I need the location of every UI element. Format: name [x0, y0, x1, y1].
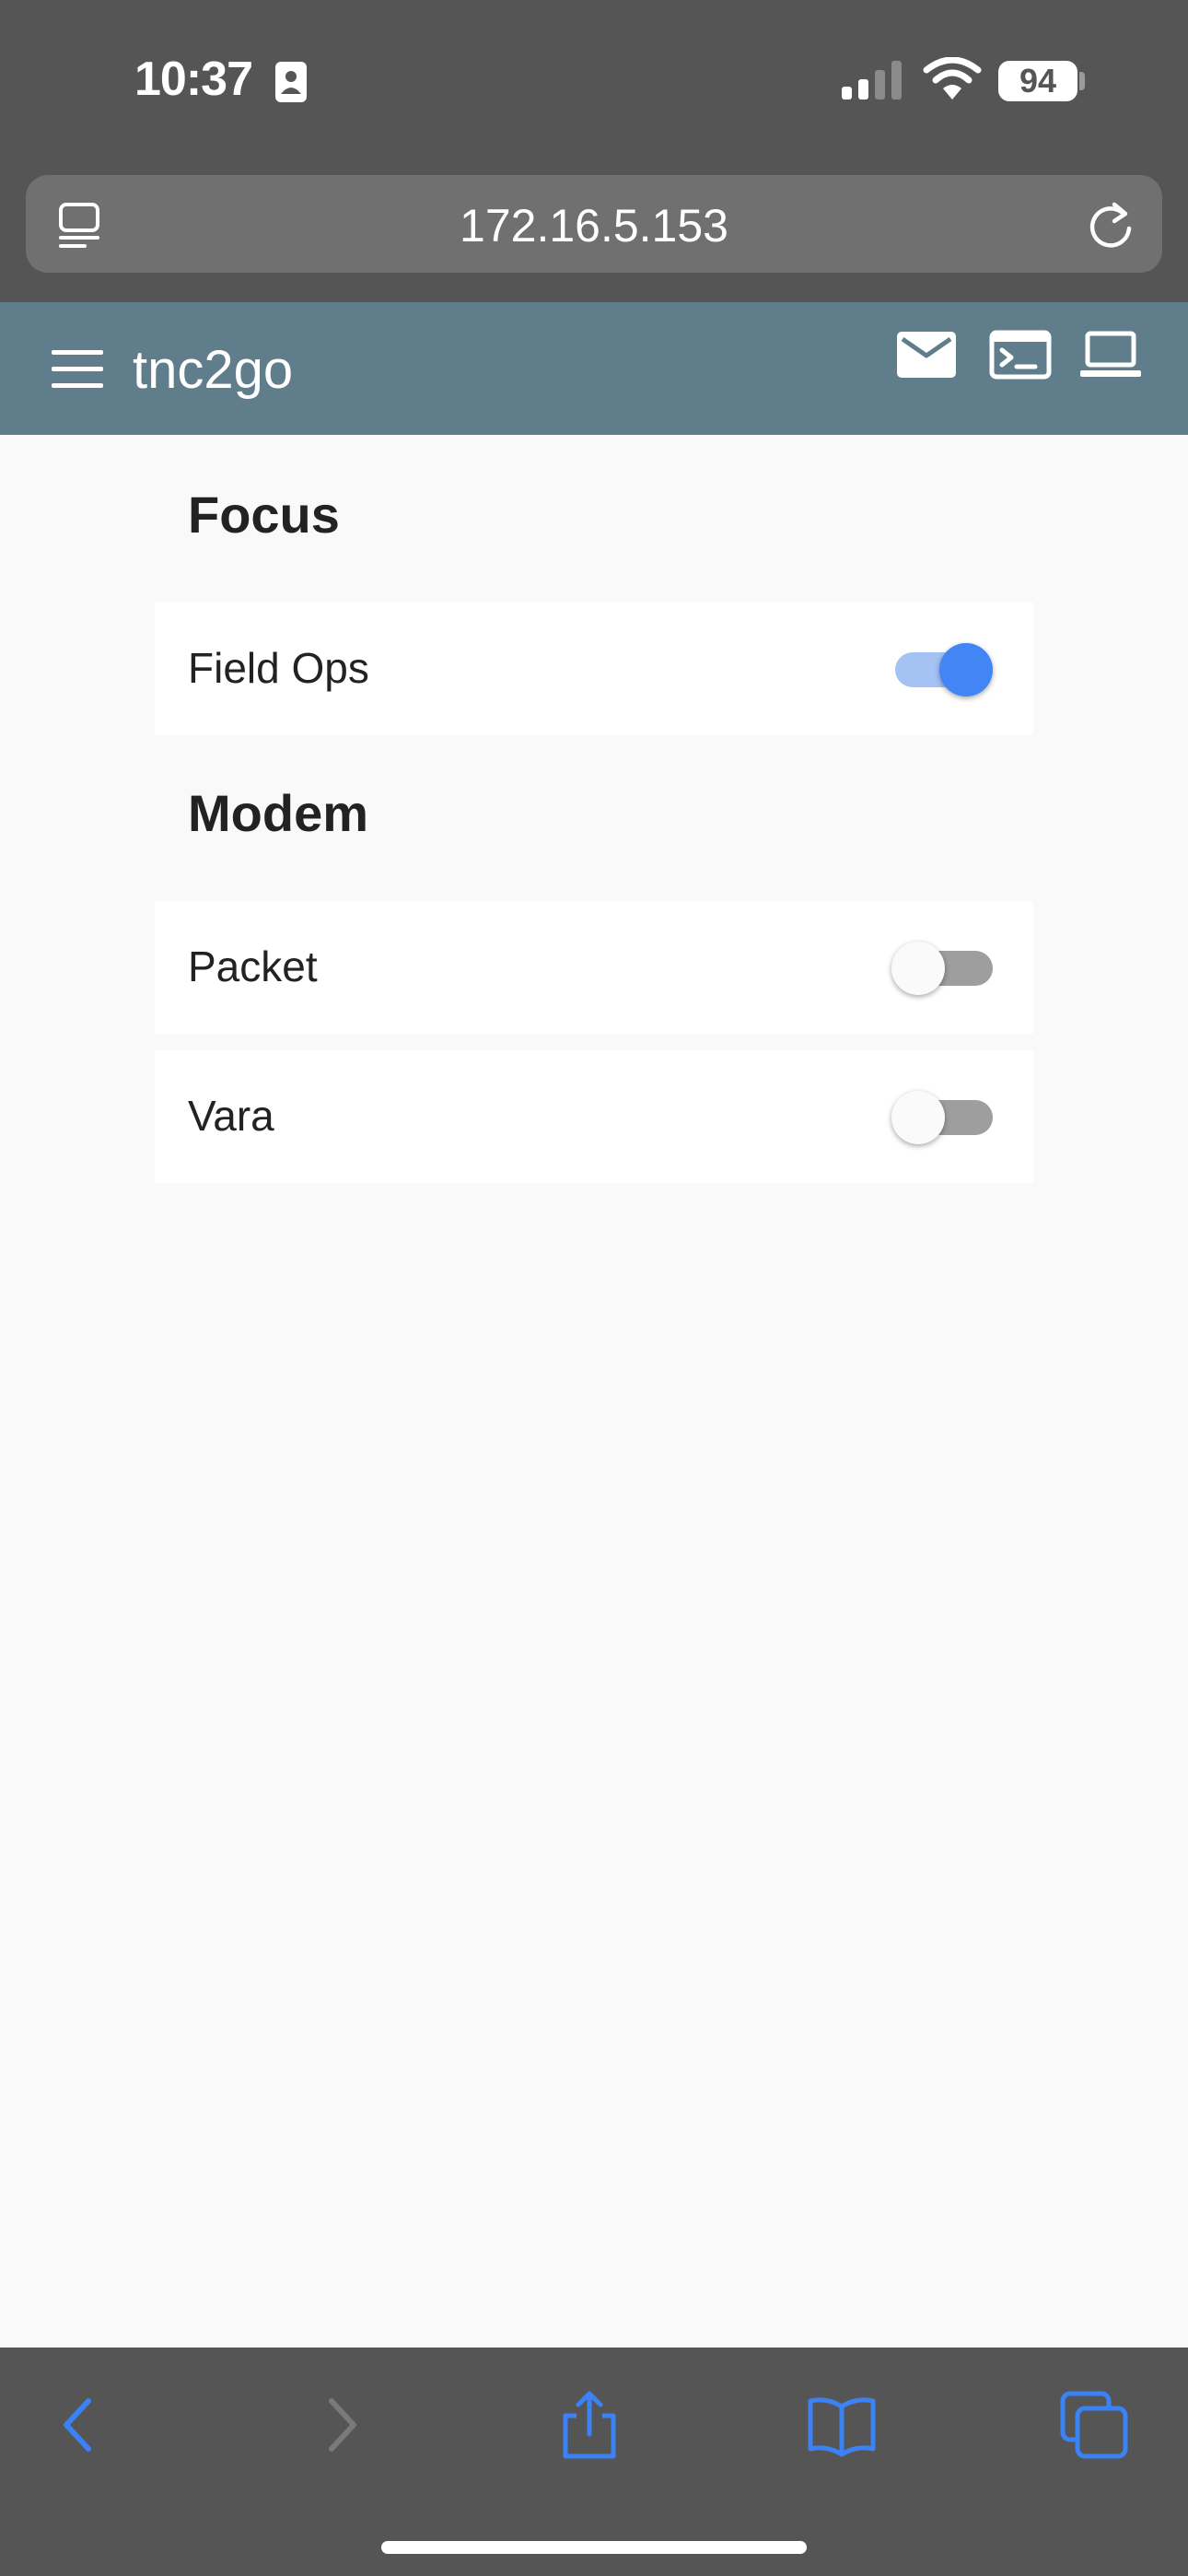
setting-label: Field Ops [188, 644, 369, 692]
hamburger-menu-icon[interactable] [52, 350, 103, 389]
app-header: tnc2go [0, 302, 1188, 435]
section-title-modem: Modem [188, 784, 368, 842]
toggle-knob [891, 1091, 945, 1144]
laptop-icon[interactable] [1079, 330, 1142, 380]
setting-row-packet: Packet [155, 901, 1033, 1034]
battery-indicator: 94 [998, 61, 1077, 101]
bookmarks-icon[interactable] [805, 2388, 879, 2462]
app-title: tnc2go [133, 340, 294, 400]
address-url[interactable]: 172.16.5.153 [26, 199, 1162, 252]
back-icon[interactable] [44, 2388, 118, 2462]
mail-icon[interactable] [895, 330, 958, 380]
toggle-knob [891, 942, 945, 995]
field-ops-toggle[interactable] [891, 639, 993, 698]
packet-toggle[interactable] [891, 938, 993, 997]
terminal-icon[interactable] [989, 330, 1052, 380]
browser-bottom-toolbar [0, 2348, 1188, 2576]
browser-top-chrome: 10:37 94 172.16.5.153 [0, 0, 1188, 302]
wifi-icon [923, 57, 982, 100]
battery-nub [1079, 72, 1085, 90]
vara-toggle[interactable] [891, 1087, 993, 1146]
status-time: 10:37 [134, 53, 253, 106]
setting-row-field-ops: Field Ops [155, 603, 1033, 735]
home-indicator [381, 2541, 807, 2554]
tabs-icon[interactable] [1057, 2388, 1131, 2462]
address-bar[interactable]: 172.16.5.153 [26, 175, 1162, 273]
setting-label: Packet [188, 943, 318, 990]
contact-card-icon [275, 62, 307, 102]
section-title-focus: Focus [188, 486, 340, 544]
share-icon[interactable] [553, 2388, 626, 2462]
setting-row-vara: Vara [155, 1050, 1033, 1183]
cellular-signal-icon [842, 61, 902, 100]
forward-icon[interactable] [302, 2388, 376, 2462]
reload-icon[interactable] [1087, 199, 1135, 251]
toggle-knob [939, 643, 993, 697]
setting-label: Vara [188, 1092, 274, 1140]
